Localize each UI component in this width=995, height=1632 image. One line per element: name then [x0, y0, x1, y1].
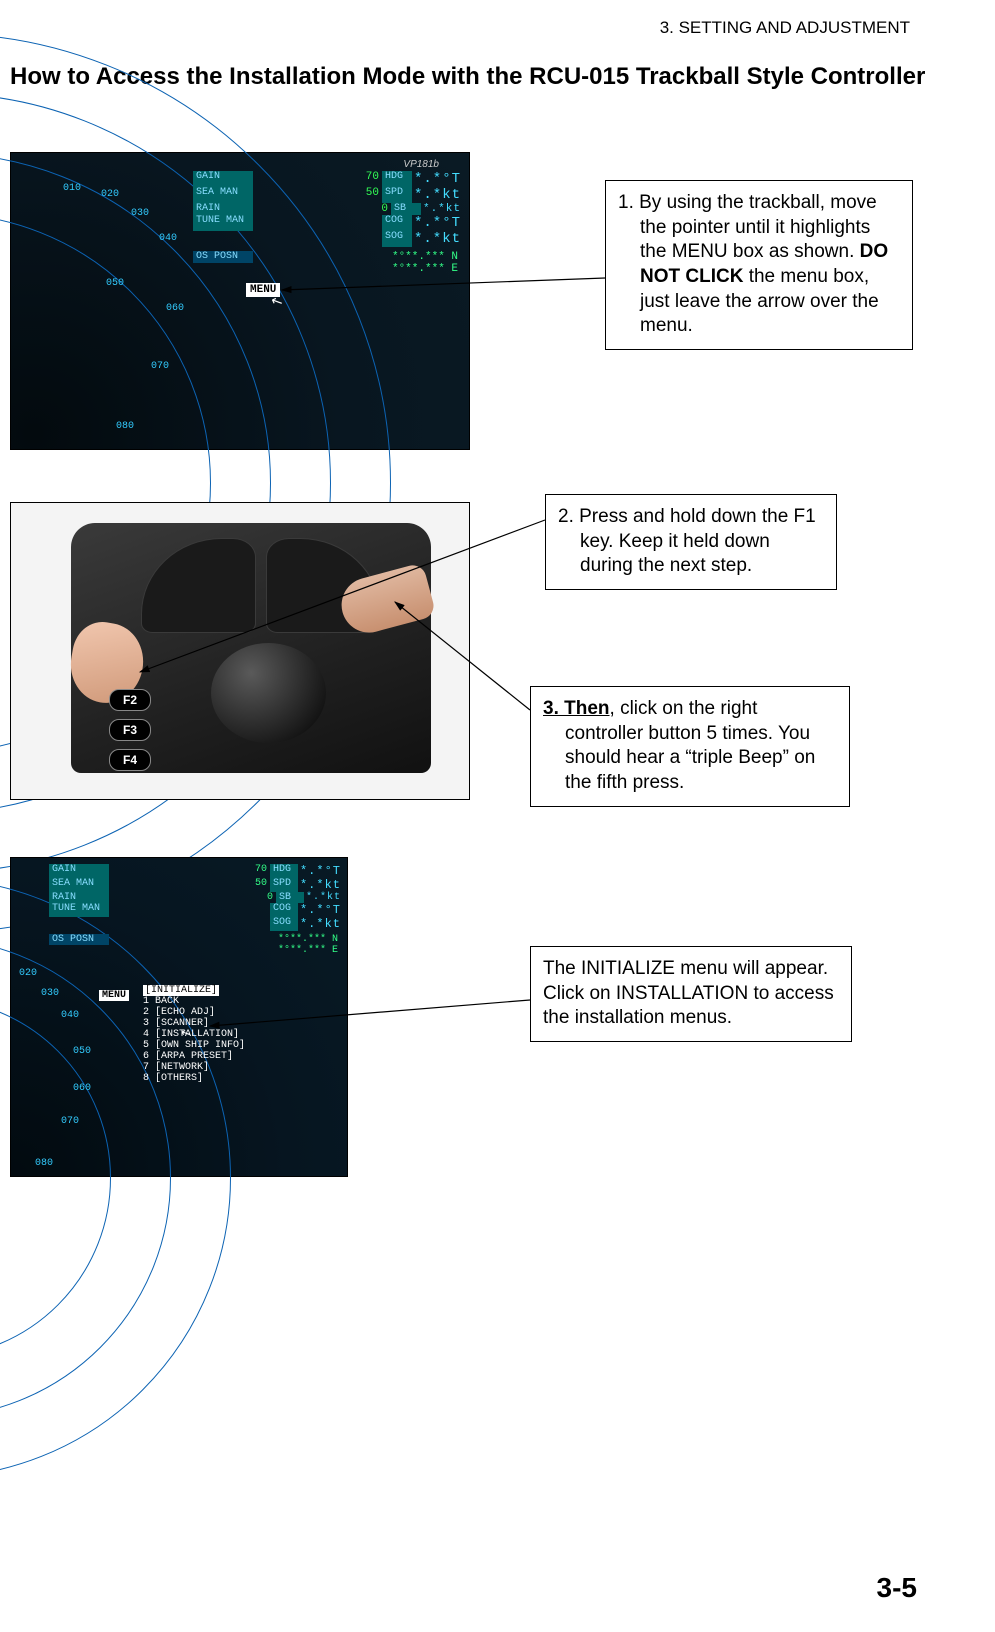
monitor-model-label: VP181b [403, 159, 439, 170]
readout-value: *°**.*** E [255, 263, 461, 275]
readout-label: OS POSN [193, 251, 253, 263]
figure-trackball-controller: F2 F3 F4 [10, 502, 470, 800]
bearing-tick: 020 [19, 968, 37, 979]
bearing-tick: 060 [73, 1083, 91, 1094]
readout-label: TUNE MAN [49, 903, 109, 917]
readout-label: TUNE MAN [193, 215, 253, 231]
trackball-ball [211, 643, 326, 743]
readout-value: 50 [111, 878, 270, 892]
radar-readout-panel: GAIN70HDG*.*°T SEA MAN50SPD*.*kt RAIN0SB… [49, 864, 341, 956]
bearing-tick: 070 [151, 361, 169, 372]
bearing-tick: 080 [116, 421, 134, 432]
readout-big: *.*kt [300, 878, 341, 892]
callout-text: 1. By using the trackball, move the poin… [618, 192, 877, 262]
readout-tag: HDG [270, 864, 298, 878]
readout-value: 0 [111, 892, 276, 903]
callout-text: 2. Press and hold down the F1 key. Keep … [558, 505, 824, 579]
callout-step-2: 2. Press and hold down the F1 key. Keep … [545, 494, 837, 590]
readout-tag: COG [270, 903, 298, 917]
readout-big: *.*kt [423, 203, 461, 215]
readout-value [111, 903, 270, 917]
bearing-tick: 050 [106, 278, 124, 289]
bearing-tick: 050 [73, 1046, 91, 1057]
initialize-menu-header: [INITIALIZE] [143, 985, 219, 996]
function-key-row: F2 F3 F4 [109, 689, 151, 771]
readout-tag: SB [391, 203, 421, 215]
readout-big: *.*kt [414, 231, 461, 247]
readout-big: *.*°T [300, 864, 341, 878]
menu-item: 4 [INSTALLATION] [143, 1029, 263, 1040]
readout-value: *°**.*** E [109, 945, 341, 956]
bearing-tick: 040 [61, 1010, 79, 1021]
readout-value [255, 231, 382, 247]
bearing-tick: 030 [131, 208, 149, 219]
readout-label: RAIN [193, 203, 253, 215]
readout-big: *.*°T [414, 171, 461, 187]
radar-readout-panel: GAIN70HDG*.*°T SEA MAN50SPD*.*kt RAIN0SB… [193, 171, 461, 275]
readout-value: 0 [255, 203, 391, 215]
menu-item: 2 [ECHO ADJ] [143, 1007, 263, 1018]
callout-bold: 3. Then [543, 698, 610, 719]
readout-label: GAIN [193, 171, 253, 187]
menu-item: 6 [ARPA PRESET] [143, 1051, 263, 1062]
readout-label: OS POSN [49, 934, 109, 945]
readout-tag: SPD [382, 187, 412, 203]
readout-value: *°**.*** N [255, 251, 461, 263]
readout-value: 50 [255, 187, 382, 203]
menu-item: 7 [NETWORK] [143, 1062, 263, 1073]
readout-label: RAIN [49, 892, 109, 903]
f2-key: F2 [109, 689, 151, 711]
f4-key: F4 [109, 749, 151, 771]
readout-value: 70 [111, 864, 270, 878]
readout-value: *°**.*** N [111, 934, 341, 945]
figure-initialize-menu: 020 030 040 050 060 070 080 GAIN70HDG*.*… [10, 857, 348, 1177]
bearing-tick: 060 [166, 303, 184, 314]
readout-tag: COG [382, 215, 412, 231]
bearing-tick: 030 [41, 988, 59, 999]
callout-step-1: 1. By using the trackball, move the poin… [605, 180, 913, 350]
menu-item: 8 [OTHERS] [143, 1073, 263, 1084]
readout-tag: SOG [382, 231, 412, 247]
readout-tag: HDG [382, 171, 412, 187]
chapter-header: 3. SETTING AND ADJUSTMENT [660, 18, 910, 38]
readout-label: SEA MAN [193, 187, 253, 203]
readout-tag: SB [276, 892, 304, 903]
readout-tag: SPD [270, 878, 298, 892]
bearing-tick: 020 [101, 189, 119, 200]
f3-key: F3 [109, 719, 151, 741]
bearing-tick: 010 [63, 183, 81, 194]
readout-big: *.*kt [306, 892, 341, 903]
callout-text: The INITIALIZE menu will appear. Click o… [543, 958, 834, 1028]
readout-tag: SOG [270, 917, 298, 931]
readout-label: GAIN [49, 864, 109, 878]
readout-value: 70 [255, 171, 382, 187]
readout-big: *.*kt [300, 917, 341, 931]
bearing-tick: 080 [35, 1158, 53, 1169]
callout-step-3: 3. Then, click on the right controller b… [530, 686, 850, 807]
readout-label: SEA MAN [49, 878, 109, 892]
menu-box: MENU [99, 990, 129, 1001]
menu-item: 5 [OWN SHIP INFO] [143, 1040, 263, 1051]
menu-item: 1 BACK [143, 996, 263, 1007]
readout-big: *.*°T [414, 215, 461, 231]
bearing-tick: 070 [61, 1116, 79, 1127]
readout-big: *.*°T [300, 903, 341, 917]
bearing-tick: 040 [159, 233, 177, 244]
readout-big: *.*kt [414, 187, 461, 203]
initialize-menu: [INITIALIZE] 1 BACK 2 [ECHO ADJ] 3 [SCAN… [143, 985, 263, 1084]
readout-value [255, 215, 382, 231]
menu-item: 3 [SCANNER] [143, 1018, 263, 1029]
page-number: 3-5 [877, 1572, 917, 1604]
figure-radar-menu-hover: VP181b 010 020 030 040 050 060 070 080 G… [10, 152, 470, 450]
callout-result: The INITIALIZE menu will appear. Click o… [530, 946, 852, 1042]
